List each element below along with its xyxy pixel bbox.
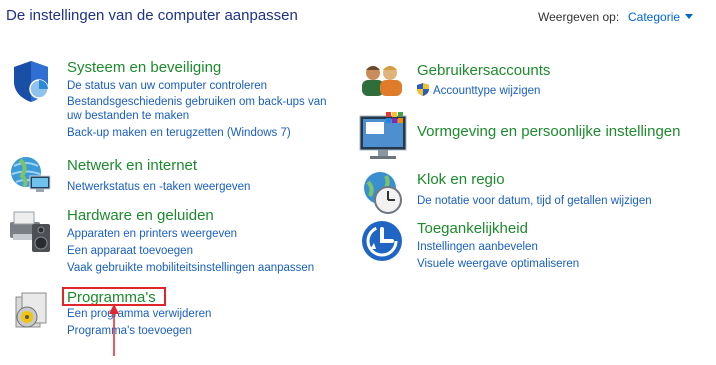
link-instellingen-aanbevelen[interactable]: Instellingen aanbevelen — [417, 239, 538, 255]
view-by-value: Categorie — [628, 10, 681, 24]
link-bestandsgeschiedenis-cont[interactable]: uw bestanden te maken — [67, 108, 189, 124]
category-title-hardware-en-geluiden[interactable]: Hardware en geluiden — [67, 207, 214, 224]
category-title-systeem-en-beveiliging[interactable]: Systeem en beveiliging — [67, 59, 221, 76]
link-programma-verwijderen[interactable]: Een programma verwijderen — [67, 306, 211, 322]
category-title-gebruikersaccounts[interactable]: Gebruikersaccounts — [417, 62, 550, 79]
shield-security-icon[interactable] — [8, 58, 54, 109]
appearance-monitor-icon[interactable] — [358, 110, 408, 167]
link-apparaat-toevoegen[interactable]: Een apparaat toevoegen — [67, 243, 193, 259]
clock-globe-icon[interactable] — [360, 170, 406, 221]
printer-speaker-icon[interactable] — [8, 208, 56, 259]
view-by-dropdown[interactable]: Categorie — [628, 10, 694, 24]
view-by-label: Weergeven op: — [538, 10, 620, 24]
link-netwerkstatus[interactable]: Netwerkstatus en -taken weergeven — [67, 179, 250, 195]
chevron-down-icon — [685, 14, 694, 19]
link-backup-windows7[interactable]: Back-up maken en terugzetten (Windows 7) — [67, 125, 291, 141]
link-accounttype-wijzigen-label: Accounttype wijzigen — [433, 85, 541, 97]
category-title-klok-en-regio[interactable]: Klok en regio — [417, 171, 505, 188]
network-globe-icon[interactable] — [8, 152, 56, 201]
link-computer-status[interactable]: De status van uw computer controleren — [67, 78, 267, 94]
uac-shield-icon — [417, 83, 429, 96]
page-title: De instellingen van de computer aanpasse… — [6, 7, 298, 24]
programs-icon[interactable] — [12, 291, 52, 336]
link-programmas-toevoegen[interactable]: Programma's toevoegen — [67, 323, 192, 339]
category-title-toegankelijkheid[interactable]: Toegankelijkheid — [417, 220, 528, 237]
link-notatie-wijzigen[interactable]: De notatie voor datum, tijd of getallen … — [417, 193, 652, 209]
link-apparaten-printers[interactable]: Apparaten en printers weergeven — [67, 226, 237, 242]
link-mobiliteitsinstellingen[interactable]: Vaak gebruikte mobiliteitsinstellingen a… — [67, 260, 314, 276]
category-title-netwerk-en-internet[interactable]: Netwerk en internet — [67, 157, 197, 174]
category-title-vormgeving[interactable]: Vormgeving en persoonlijke instellingen — [417, 123, 681, 140]
users-icon[interactable] — [358, 62, 406, 103]
pointer-arrow-icon — [109, 304, 119, 356]
accessibility-icon[interactable] — [360, 219, 406, 270]
link-accounttype-wijzigen[interactable]: Accounttype wijzigen — [417, 83, 540, 99]
link-visuele-weergave[interactable]: Visuele weergave optimaliseren — [417, 256, 579, 272]
